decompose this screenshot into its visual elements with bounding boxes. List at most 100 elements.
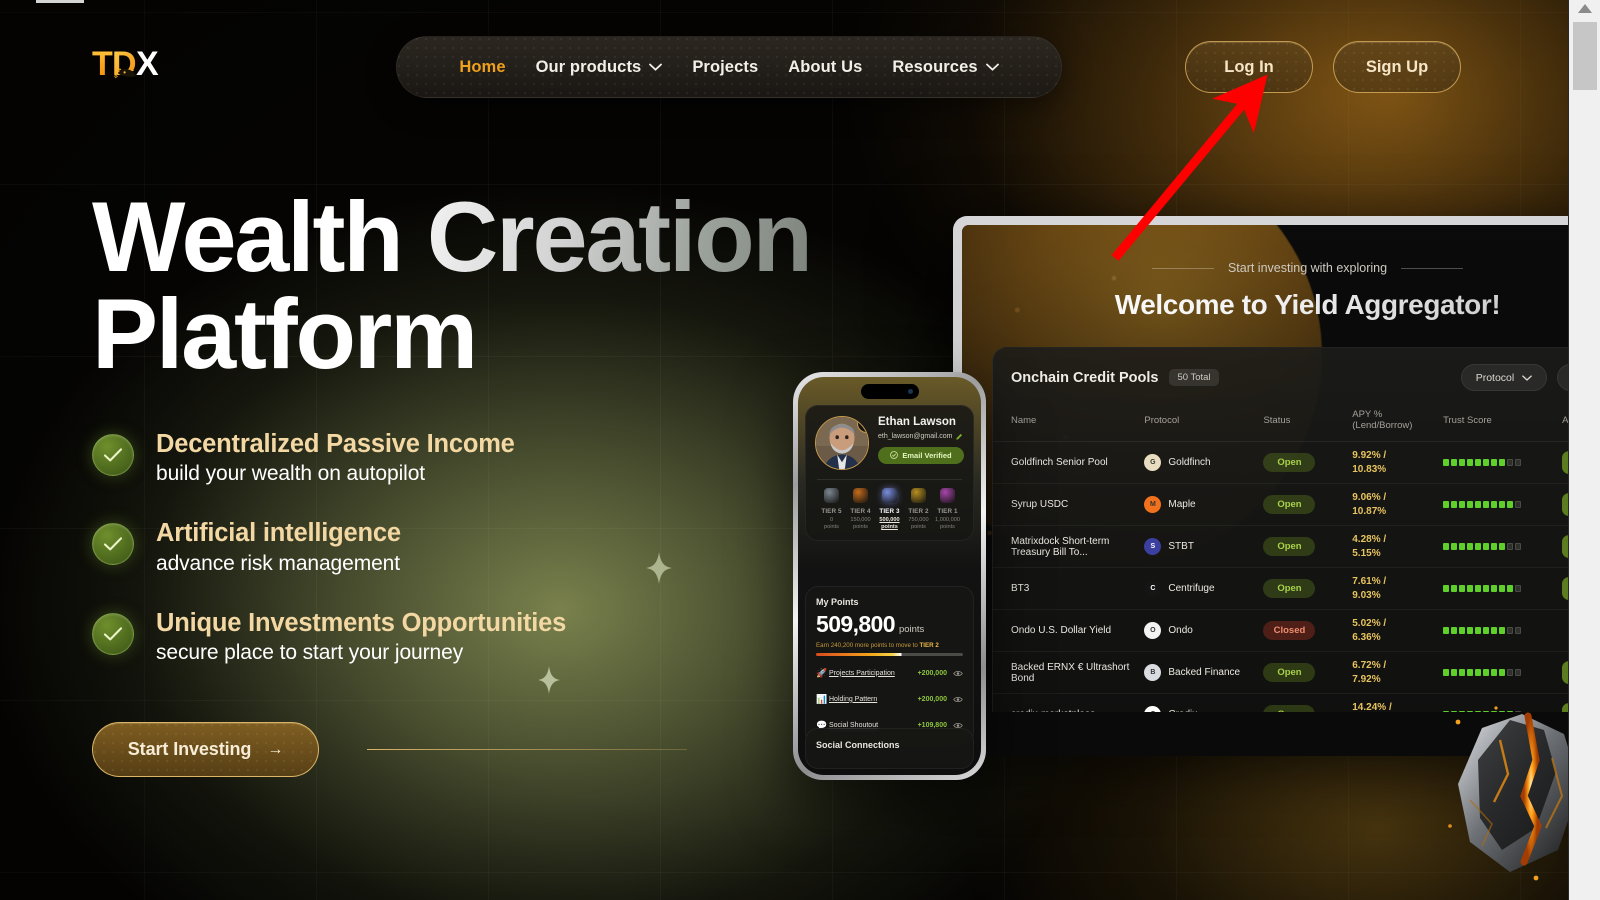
feature-item: Unique Investments Opportunities secure … xyxy=(92,609,732,665)
signup-button[interactable]: Sign Up xyxy=(1333,41,1461,93)
table-row[interactable]: Syrup USDCMMapleOpen9.06% /10.87%Invest xyxy=(993,483,1568,526)
apy-lend: 9.92% / xyxy=(1352,450,1387,461)
cell-status: Open xyxy=(1263,483,1353,526)
table-row[interactable]: Goldfinch Senior Pool G Goldfinch Open 9.92%… xyxy=(993,441,1568,484)
rocket-icon: 🚀 xyxy=(816,667,828,678)
protocol-logo-icon: S xyxy=(1144,538,1162,555)
points-row-value: +200,000 xyxy=(917,669,947,677)
tier-points: 1,000,000 points xyxy=(935,517,960,530)
chevron-down-icon xyxy=(985,63,999,71)
start-investing-button[interactable]: Start Investing → xyxy=(92,722,319,777)
nav-item-home[interactable]: Home xyxy=(459,58,505,77)
cell-protocol: C Credix xyxy=(1144,693,1264,712)
dashboard-header: Start investing with exploring Welcome t… xyxy=(962,259,1568,321)
tier-item[interactable]: TIER 1 1,000,000 points xyxy=(933,488,962,531)
tier-name: TIER 3 xyxy=(879,508,900,515)
nav-item-our-products[interactable]: Our products xyxy=(536,58,663,77)
edit-icon[interactable] xyxy=(955,433,963,441)
verified-label: Email Verified xyxy=(902,450,952,460)
trust-score-meter xyxy=(1443,585,1556,592)
cell-status: Open xyxy=(1263,567,1353,610)
tier-item[interactable]: TIER 5 0 points xyxy=(817,488,846,531)
cell-protocol: M Maple xyxy=(1144,483,1264,526)
tdx-logo[interactable]: T D X xyxy=(92,45,188,89)
tier-medal-icon xyxy=(882,488,897,503)
chevron-down-icon xyxy=(1522,374,1533,381)
avatar xyxy=(815,416,869,470)
landing-page: T D X Home Our products Projects About U… xyxy=(0,0,1568,900)
col-header-name: Name xyxy=(993,401,1145,442)
trust-score-meter xyxy=(1443,543,1556,550)
cell-apy: 7.61% / 9.03% xyxy=(1352,567,1444,610)
eye-icon[interactable] xyxy=(953,690,963,708)
protocol-logo-icon: M xyxy=(1144,496,1162,513)
trust-score-meter xyxy=(1443,501,1556,508)
status-badge: Open xyxy=(1263,495,1316,514)
apy-borrow: 10.83% xyxy=(1352,463,1387,475)
tier-name: TIER 4 xyxy=(850,508,871,515)
protocol-logo-icon: C xyxy=(1144,706,1162,712)
protocol-name: Backed Finance xyxy=(1168,667,1241,678)
status-filter-dropdown[interactable]: Status xyxy=(1557,364,1568,391)
status-badge: Open xyxy=(1263,579,1316,598)
cell-protocol: B Backed Finance xyxy=(1144,651,1264,694)
filter-group: Protocol Status xyxy=(1460,364,1568,391)
profile-name: Ethan Lawson xyxy=(878,416,956,428)
dashboard-kicker: Start investing with exploring xyxy=(1151,261,1464,275)
protocol-name: Goldfinch xyxy=(1168,457,1211,468)
col-header-apy: APY % (Lend/Borrow) xyxy=(1352,401,1444,442)
social-connections-card: Social Connections xyxy=(805,728,974,769)
cell-status: Open xyxy=(1263,525,1353,568)
nav-label: Our products xyxy=(535,57,642,76)
status-badge: Open xyxy=(1263,663,1316,682)
status-badge: Closed xyxy=(1263,621,1316,640)
cell-protocol: C Centrifuge xyxy=(1144,567,1264,610)
table-header-row: Name Protocol Status APY % (Lend/Borrow)… xyxy=(993,401,1568,442)
apy-borrow: 5.15% xyxy=(1352,547,1381,559)
table-row[interactable]: BT3CCentrifugeOpen7.61% /9.03%Invest xyxy=(993,567,1568,610)
nav-item-about-us[interactable]: About Us xyxy=(788,58,862,77)
table-row[interactable]: Matrixdock Short-term Treasury Bill To..… xyxy=(993,525,1568,568)
tier-item[interactable]: TIER 2 750,000 points xyxy=(904,488,933,531)
points-row[interactable]: 🚀 Projects Participation +200,000 xyxy=(816,664,963,682)
trust-score-meter xyxy=(1443,669,1556,676)
nav-label: Projects xyxy=(692,57,759,76)
browser-scrollbar[interactable] xyxy=(1568,0,1600,900)
nav-item-projects[interactable]: Projects xyxy=(692,58,758,77)
points-row[interactable]: 📊 Holding Pattern +200,000 xyxy=(816,690,963,708)
points-hint-prefix: Earn 240,200 more points to move to xyxy=(816,642,920,649)
points-row-value: +200,000 xyxy=(917,695,947,703)
phone-mockup: Ethan Lawson eth_lawson@gmail.com Email … xyxy=(793,372,986,780)
nav-item-resources[interactable]: Resources xyxy=(892,57,999,77)
table-row[interactable]: Ondo U.S. Dollar Yield O Ondo Closed 5.02% /… xyxy=(993,609,1568,652)
apy-lend: 4.28% / xyxy=(1352,534,1387,545)
protocol-filter-dropdown[interactable]: Protocol xyxy=(1460,364,1548,391)
cell-trust-score xyxy=(1443,483,1563,526)
tier-item[interactable]: TIER 4 150,000 points xyxy=(846,488,875,531)
feature-title: Artificial intelligence xyxy=(156,519,401,548)
feature-title: Unique Investments Opportunities xyxy=(156,608,567,637)
cell-status: Open xyxy=(1263,693,1353,712)
points-value: 509,800 points xyxy=(816,611,963,638)
table-row[interactable]: Backed ERNX € Ultrashort Bond B Backed Fin… xyxy=(993,651,1568,694)
col-header-status: Status xyxy=(1263,401,1353,442)
hero-title-wealth: Wealth xyxy=(92,181,404,292)
eye-icon[interactable] xyxy=(953,664,963,682)
cell-trust-score xyxy=(1443,651,1563,694)
tier-medal-icon xyxy=(940,488,955,503)
scroll-up-arrow-icon[interactable] xyxy=(1569,4,1600,13)
credit-pools-panel: Onchain Credit Pools 50 Total Protocol S… xyxy=(992,347,1568,712)
login-button[interactable]: Log In xyxy=(1185,41,1313,93)
apy-lend: 14.24% / xyxy=(1352,702,1392,712)
points-number: 509,800 xyxy=(816,611,896,637)
check-circle-icon xyxy=(890,451,899,460)
scrollbar-thumb[interactable] xyxy=(1573,22,1597,90)
tier-progression: TIER 5 0 points TIER 4 150,000 points TIER 3… xyxy=(815,488,964,531)
tier-item[interactable]: TIER 3 500,000 points xyxy=(875,488,904,531)
cell-protocol: G Goldfinch xyxy=(1144,441,1264,484)
points-progress-bar xyxy=(816,653,963,657)
nav-label: Resources xyxy=(892,57,978,76)
trust-score-meter xyxy=(1443,627,1556,634)
panel-header: Onchain Credit Pools 50 Total Protocol S… xyxy=(993,348,1568,401)
cell-apy: 9.92% / 10.83% xyxy=(1352,441,1444,484)
